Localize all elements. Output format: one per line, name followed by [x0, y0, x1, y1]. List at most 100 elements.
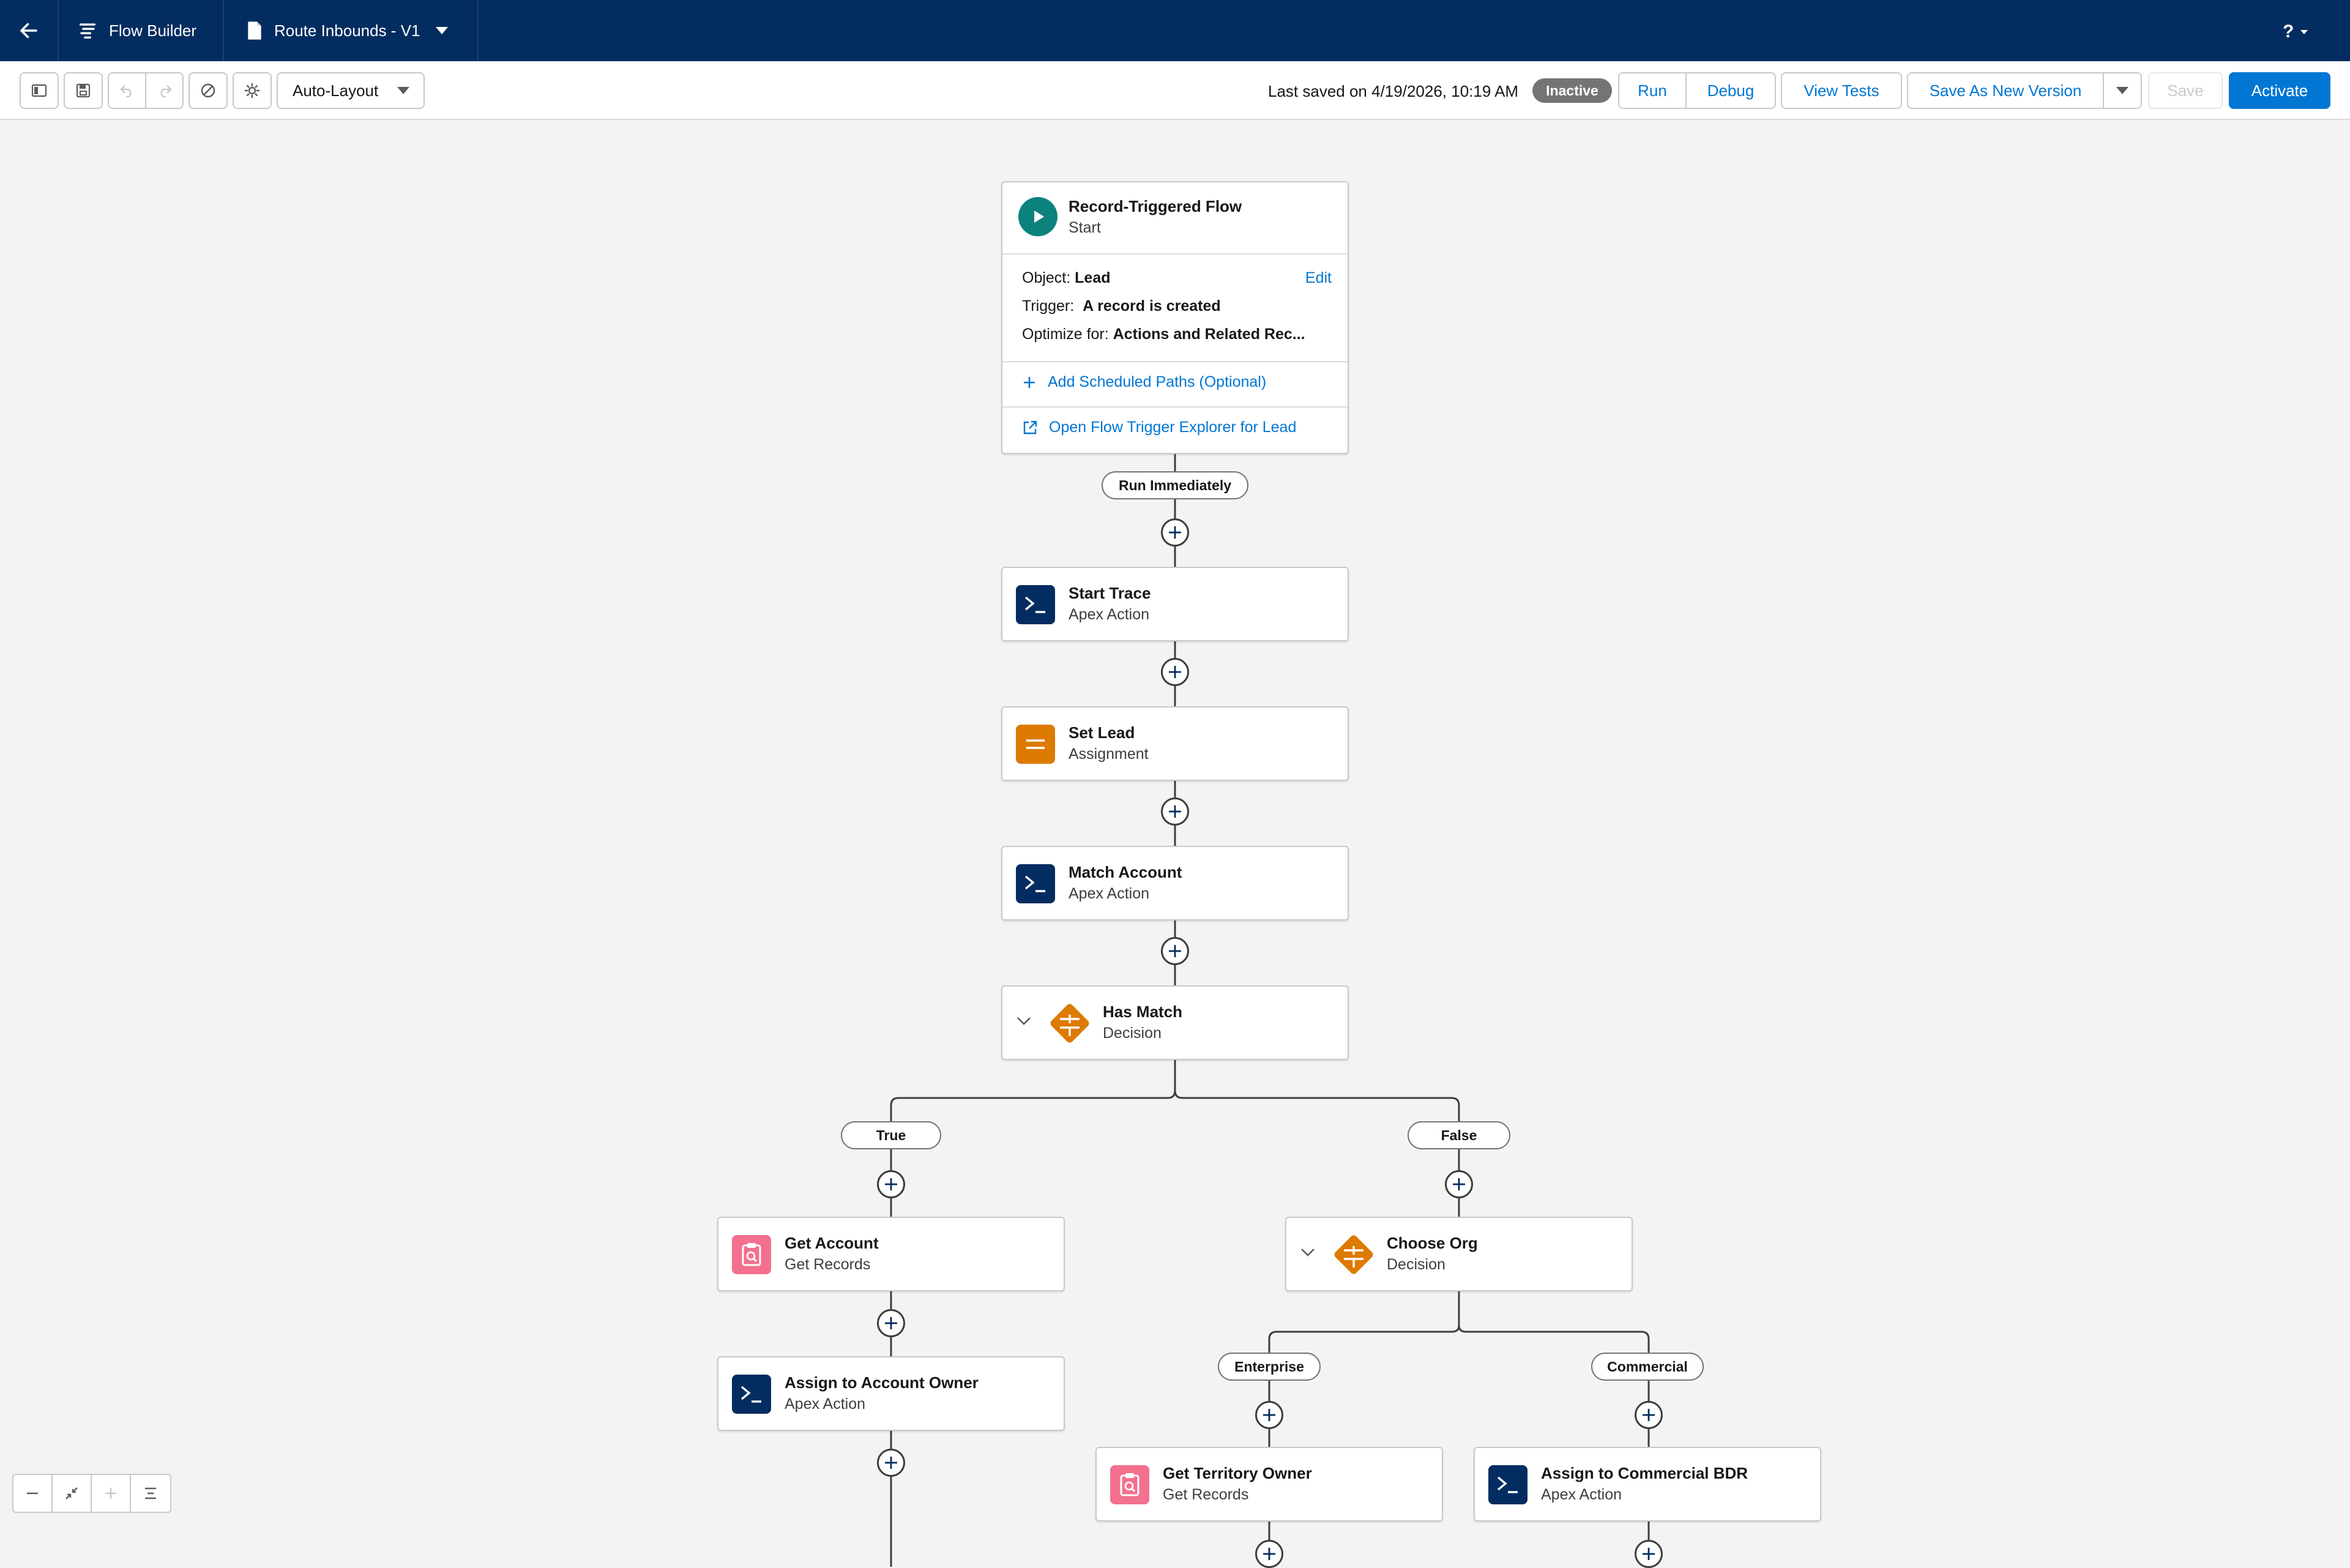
run-button[interactable]: Run [1618, 72, 1687, 109]
assignment-icon [1016, 725, 1055, 764]
flow-name-menu[interactable]: Route Inbounds - V1 [224, 0, 479, 61]
node-type: Decision [1387, 1256, 1445, 1273]
plus-icon [885, 1317, 897, 1329]
node-type: Apex Action [1541, 1486, 1622, 1503]
plus-icon [1643, 1409, 1655, 1421]
add-element-button[interactable] [877, 1170, 905, 1198]
help-menu[interactable]: ? [2283, 18, 2308, 45]
back-button[interactable] [0, 0, 59, 61]
contract-icon [65, 1487, 78, 1499]
node-title: Get Territory Owner [1163, 1464, 1312, 1482]
add-element-button[interactable] [1445, 1170, 1473, 1198]
plus-icon [885, 1178, 897, 1190]
layout-select[interactable]: Auto-Layout [277, 72, 425, 109]
debug-button[interactable]: Debug [1685, 72, 1776, 109]
add-element-button[interactable] [1635, 1401, 1663, 1429]
chevron-down-icon [2116, 87, 2128, 94]
get-account-node[interactable]: Get Account Get Records [717, 1217, 1065, 1291]
start-node-title: Record-Triggered Flow [1069, 197, 1242, 215]
chevron-down-icon [1017, 1017, 1031, 1025]
save-as-new-version-button[interactable]: Save As New Version [1907, 72, 2104, 109]
activate-button[interactable]: Activate [2229, 72, 2330, 109]
false-path-label: False [1408, 1121, 1510, 1149]
panel-icon [31, 84, 47, 97]
add-element-button[interactable] [1255, 1540, 1283, 1568]
deactivate-button[interactable] [188, 72, 228, 109]
set-lead-node[interactable]: Set Lead Assignment [1001, 706, 1349, 781]
save-options-menu[interactable] [2103, 72, 2142, 109]
add-element-button[interactable] [1255, 1401, 1283, 1429]
terminal-icon [740, 1386, 761, 1403]
node-title: Get Account [785, 1234, 879, 1252]
view-tests-button[interactable]: View Tests [1781, 72, 1902, 109]
has-match-node[interactable]: Has Match Decision [1001, 985, 1349, 1060]
collapse-toggle[interactable] [1016, 1016, 1032, 1029]
settings-button[interactable] [233, 72, 272, 109]
node-title: Match Account [1069, 863, 1182, 881]
node-title: Has Match [1103, 1002, 1183, 1021]
node-title: Assign to Account Owner [785, 1373, 979, 1392]
center-view-button[interactable] [131, 1475, 170, 1512]
zoom-out-button[interactable] [13, 1475, 53, 1512]
document-icon [248, 21, 261, 40]
commercial-path-label: Commercial [1591, 1353, 1704, 1381]
plus-icon [1169, 666, 1181, 678]
apex-icon [1016, 585, 1055, 624]
flow-toolbar: Auto-Layout Last saved on 4/19/2026, 10:… [0, 61, 2350, 120]
redo-button[interactable] [146, 73, 182, 108]
choose-org-node[interactable]: Choose Org Decision [1285, 1217, 1633, 1291]
divider [1002, 406, 1348, 408]
optimize-value: Actions and Related Rec... [1113, 326, 1305, 343]
edit-trigger-link[interactable]: Edit [1305, 269, 1332, 287]
node-type: Apex Action [1069, 606, 1150, 623]
get-territory-owner-node[interactable]: Get Territory Owner Get Records [1095, 1447, 1443, 1521]
apex-icon [732, 1375, 771, 1414]
save-button[interactable]: Save [2148, 72, 2223, 109]
add-element-button[interactable] [1161, 797, 1189, 826]
node-type: Decision [1103, 1025, 1162, 1042]
add-element-button[interactable] [877, 1449, 905, 1477]
toggle-toolbox-button[interactable] [20, 72, 59, 109]
undo-button[interactable] [109, 73, 146, 108]
plus-icon [1169, 945, 1181, 957]
add-element-button[interactable] [1161, 518, 1189, 547]
equals-icon [1026, 739, 1045, 749]
assign-account-owner-node[interactable]: Assign to Account Owner Apex Action [717, 1356, 1065, 1431]
app-name: Flow Builder [109, 21, 197, 40]
node-type: Get Records [1163, 1486, 1249, 1503]
object-value: Lead [1075, 269, 1111, 286]
plus-icon [1453, 1178, 1465, 1190]
collapse-toggle[interactable] [1300, 1247, 1316, 1260]
flow-canvas[interactable]: Record-Triggered Flow Start Object: Lead… [0, 120, 2350, 1568]
add-scheduled-paths-link[interactable]: Add Scheduled Paths (Optional) [1022, 373, 1266, 391]
trigger-value: A record is created [1083, 297, 1221, 315]
true-path-label: True [841, 1121, 941, 1149]
add-element-button[interactable] [1161, 937, 1189, 965]
open-trigger-explorer-link[interactable]: Open Flow Trigger Explorer for Lead [1022, 419, 1296, 436]
start-node[interactable]: Record-Triggered Flow Start Object: Lead… [1001, 181, 1349, 454]
add-element-button[interactable] [1161, 658, 1189, 686]
plus-icon [105, 1488, 116, 1499]
minus-icon [27, 1492, 38, 1495]
chevron-down-icon [397, 87, 409, 94]
undo-icon [119, 85, 132, 97]
flow-builder-app: Flow Builder [59, 0, 224, 61]
terminal-icon [1024, 596, 1045, 613]
start-trace-node[interactable]: Start Trace Apex Action [1001, 567, 1349, 641]
fit-view-button[interactable] [53, 1475, 92, 1512]
divider [1002, 253, 1348, 255]
object-label: Object: [1022, 269, 1071, 286]
plus-icon [1263, 1409, 1275, 1421]
add-element-button[interactable] [1635, 1540, 1663, 1568]
zoom-in-button[interactable] [92, 1475, 131, 1512]
terminal-icon [1497, 1476, 1518, 1493]
assign-commercial-bdr-node[interactable]: Assign to Commercial BDR Apex Action [1474, 1447, 1821, 1521]
trigger-row: Trigger: A record is created [1022, 297, 1221, 315]
node-title: Set Lead [1069, 723, 1135, 742]
manager-button[interactable] [64, 72, 103, 109]
decision-icon [1044, 998, 1095, 1049]
node-type: Get Records [785, 1256, 871, 1273]
get-records-icon [732, 1235, 771, 1274]
match-account-node[interactable]: Match Account Apex Action [1001, 846, 1349, 920]
add-element-button[interactable] [877, 1309, 905, 1337]
